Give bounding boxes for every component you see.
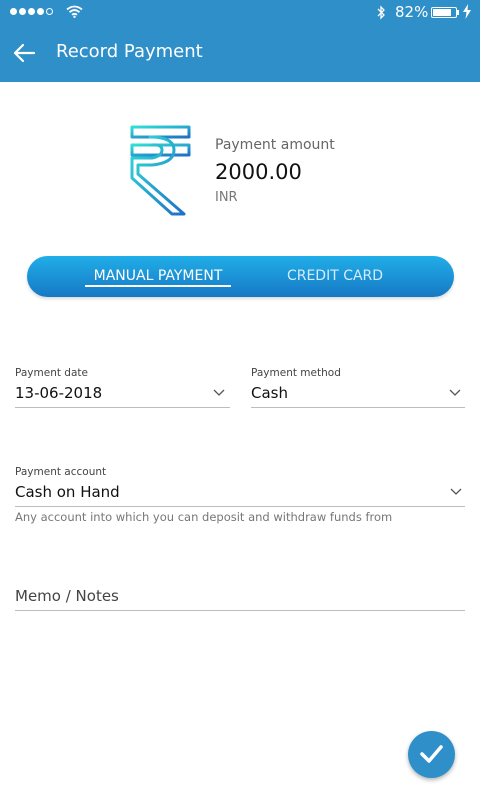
memo-underline (15, 610, 465, 611)
memo-notes-input[interactable]: Memo / Notes (15, 587, 119, 605)
chevron-down-icon[interactable] (449, 389, 461, 397)
bluetooth-icon (377, 5, 385, 20)
payment-currency: INR (215, 190, 238, 205)
battery-icon (431, 7, 457, 18)
charging-icon (463, 4, 471, 19)
status-bar: 82% (0, 0, 480, 26)
payment-date-label: Payment date (15, 367, 88, 379)
tab-credit-card[interactable]: CREDIT CARD (267, 256, 403, 297)
save-button[interactable] (408, 731, 455, 778)
check-icon (420, 745, 443, 763)
signal-strength-icon (10, 8, 53, 15)
payment-method-label: Payment method (251, 367, 341, 379)
payment-date-underline (15, 407, 230, 408)
payment-amount-label: Payment amount (215, 137, 335, 153)
app-bar: 82% Record Payment (0, 0, 480, 82)
chevron-down-icon[interactable] (450, 488, 462, 496)
chevron-down-icon[interactable] (213, 389, 225, 397)
payment-account-field[interactable]: Cash on Hand (15, 483, 120, 501)
battery-tip (457, 10, 459, 15)
tab-selected-indicator (85, 285, 231, 287)
payment-account-help-text: Any account into which you can deposit a… (15, 510, 393, 524)
payment-method-field[interactable]: Cash (251, 384, 288, 402)
battery-percent: 82% (395, 3, 429, 21)
payment-type-tabs: MANUAL PAYMENT CREDIT CARD (27, 256, 454, 297)
wifi-icon (66, 5, 83, 18)
payment-method-underline (251, 407, 465, 408)
page-title: Record Payment (56, 41, 203, 62)
rupee-icon (130, 125, 191, 216)
payment-date-field[interactable]: 13-06-2018 (15, 384, 102, 402)
payment-account-underline (15, 506, 465, 507)
back-arrow-icon[interactable] (12, 42, 36, 64)
payment-account-label: Payment account (15, 466, 107, 478)
payment-amount-value: 2000.00 (215, 160, 302, 184)
tab-manual-payment[interactable]: MANUAL PAYMENT (85, 256, 231, 297)
